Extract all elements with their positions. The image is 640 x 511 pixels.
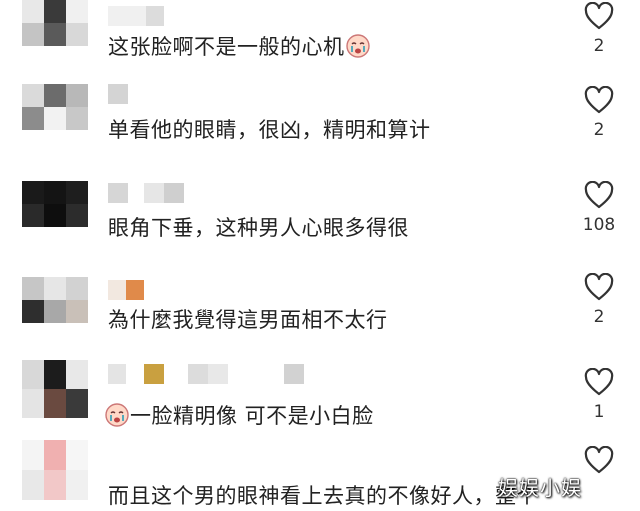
like-button[interactable]: 2 xyxy=(584,2,614,56)
avatar[interactable] xyxy=(22,440,88,500)
comment-text: 為什麼我覺得這男面相不太行 xyxy=(108,306,388,334)
comment-text-content: 这张脸啊不是一般的心机 xyxy=(108,35,345,59)
heart-icon xyxy=(584,86,614,114)
heart-icon xyxy=(584,273,614,301)
comment-text: 而且这个男的眼神看上去真的不像好人，整个 xyxy=(108,482,538,510)
watermark: 娱娱小娱 xyxy=(498,476,582,500)
like-button[interactable]: 108 xyxy=(579,181,619,235)
heart-icon xyxy=(584,446,614,474)
avatar[interactable] xyxy=(22,84,88,130)
like-count: 108 xyxy=(582,215,616,235)
comment-text-content: 而且这个男的眼神看上去真的不像好人，整个 xyxy=(108,484,538,508)
comment-text: 一脸精明像 可不是小白脸 xyxy=(104,402,374,435)
crying-face-icon xyxy=(345,33,371,66)
like-button[interactable] xyxy=(584,446,614,474)
avatar[interactable] xyxy=(22,0,88,46)
like-button[interactable]: 2 xyxy=(584,86,614,140)
comment-text-content: 一脸精明像 可不是小白脸 xyxy=(130,404,374,428)
comment-feed: 这张脸啊不是一般的心机 2 单看他的眼睛，很凶，精明和算计 2 眼角下垂，这种男… xyxy=(0,0,640,511)
comment-text-content: 眼角下垂，这种男人心眼多得很 xyxy=(108,216,409,240)
crying-face-icon xyxy=(104,402,130,435)
like-count: 2 xyxy=(593,307,605,327)
heart-icon xyxy=(584,2,614,30)
heart-icon xyxy=(584,368,614,396)
like-button[interactable]: 2 xyxy=(584,273,614,327)
comment-text-content: 為什麼我覺得這男面相不太行 xyxy=(108,308,388,332)
like-count: 1 xyxy=(593,402,605,422)
avatar[interactable] xyxy=(22,277,88,323)
heart-icon xyxy=(584,181,614,209)
like-count: 2 xyxy=(593,120,605,140)
comment-text-content: 单看他的眼睛，很凶，精明和算计 xyxy=(108,118,431,142)
like-count: 2 xyxy=(593,36,605,56)
comment-text: 眼角下垂，这种男人心眼多得很 xyxy=(108,214,409,242)
avatar[interactable] xyxy=(22,181,88,227)
avatar[interactable] xyxy=(22,360,88,418)
like-button[interactable]: 1 xyxy=(584,368,614,422)
comment-text: 这张脸啊不是一般的心机 xyxy=(108,33,371,66)
comment-text: 单看他的眼睛，很凶，精明和算计 xyxy=(108,116,431,144)
